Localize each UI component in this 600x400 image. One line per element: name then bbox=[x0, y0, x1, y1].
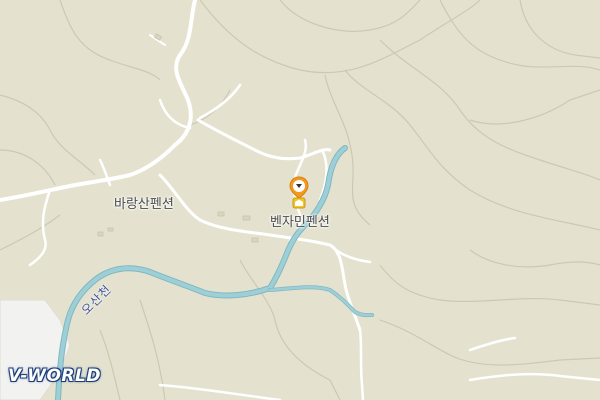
location-pin-icon[interactable] bbox=[288, 176, 310, 214]
pin-graphic bbox=[289, 176, 309, 209]
vworld-logo: V-WORLD bbox=[8, 366, 101, 386]
place-label-barangsan[interactable]: 바랑산펜션 bbox=[114, 193, 174, 212]
map-view[interactable]: 바랑산펜션 벤자민펜션 오산천 V-WORLD bbox=[0, 0, 600, 400]
